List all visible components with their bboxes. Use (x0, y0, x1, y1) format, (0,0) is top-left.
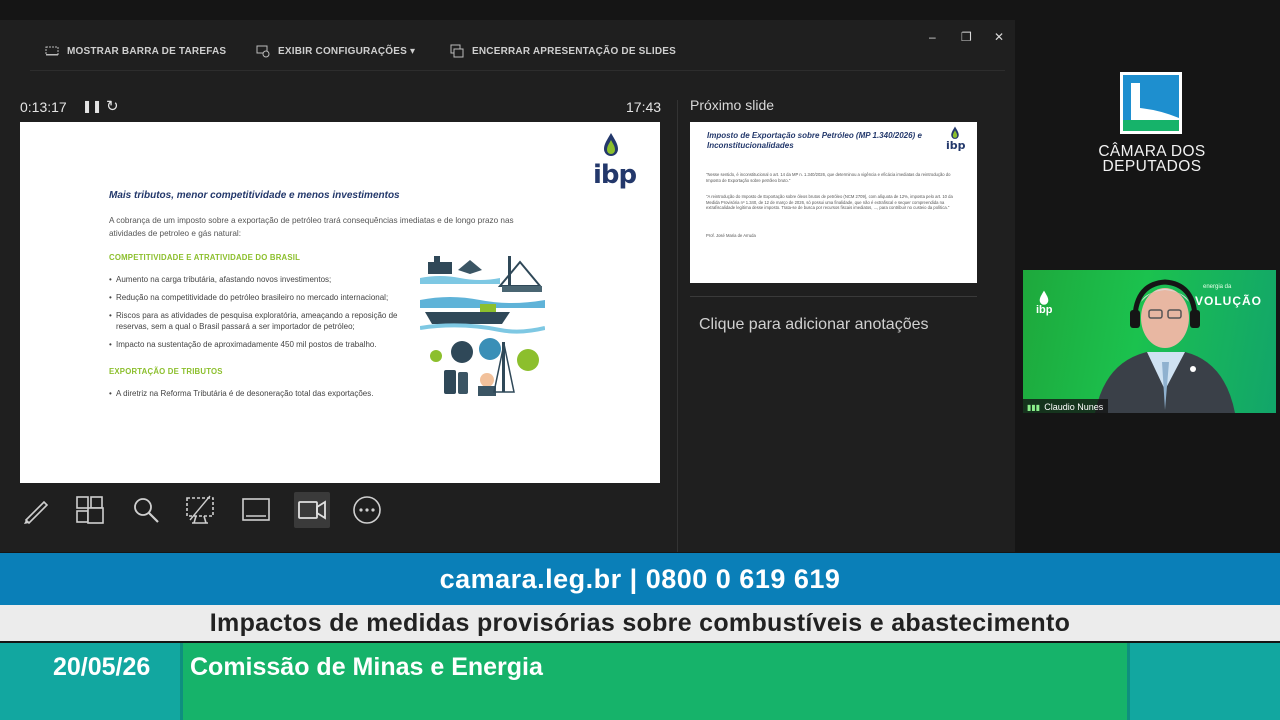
ibp-logo-small: ibp (946, 139, 966, 152)
slides-grid-icon (76, 496, 104, 524)
notes-divider (690, 296, 977, 297)
taskbar-icon (45, 46, 59, 56)
speaker-name: Claudio Nunes (1044, 402, 1104, 412)
signal-bars-icon: ▮▮▮ (1027, 402, 1041, 412)
bullet-list-exportacao: A diretriz na Reforma Tributária é de de… (109, 388, 409, 406)
section-exportacao: EXPORTAÇÃO DE TRIBUTOS (109, 367, 223, 376)
screen-icon (242, 498, 270, 521)
slide-intro: A cobrança de um imposto sobre a exporta… (109, 216, 514, 238)
contact-bar: camara.leg.br | 0800 0 619 619 (0, 553, 1280, 605)
camara-line2: DEPUTADOS (1102, 158, 1202, 175)
broadcast-date: 20/05/26 (53, 653, 151, 681)
ibp-logo: ibp (593, 160, 637, 190)
bullet-list-competitividade: Aumento na carga tributária, afastando n… (109, 274, 409, 357)
pen-icon (24, 500, 49, 525)
video-ibp-logo: ibp (1036, 304, 1053, 316)
topic-text: Impactos de medidas provisórias sobre co… (209, 608, 1071, 637)
contact-text: camara.leg.br | 0800 0 619 619 (439, 563, 841, 594)
video-camera-icon (298, 500, 326, 520)
topic-bar: Impactos de medidas provisórias sobre co… (0, 605, 1280, 641)
see-all-slides-button[interactable] (72, 492, 108, 528)
current-slide[interactable]: ibp Mais tributos, menor competitividade… (20, 122, 660, 483)
oil-industry-illustration (420, 256, 545, 396)
pen-tool-button[interactable] (18, 492, 54, 528)
presenter-toolbar: MOSTRAR BARRA DE TAREFAS EXIBIR CONFIGUR… (0, 20, 1015, 72)
pause-icon[interactable]: ❚❚ (82, 99, 102, 113)
display-settings-button[interactable]: EXIBIR CONFIGURAÇÕES ▾ (256, 44, 415, 58)
list-item: Impacto na sustentação de aproximadament… (109, 339, 409, 350)
elapsed-timer: 0:13:17 (20, 99, 67, 115)
camara-logo (1120, 72, 1182, 134)
section-competitividade: COMPETITIVIDADE E ATRATIVIDADE DO BRASIL (109, 253, 301, 262)
minimize-button[interactable]: – (929, 30, 936, 44)
end-slideshow-button[interactable]: ENCERRAR APRESENTAÇÃO DE SLIDES (450, 44, 676, 58)
subtitles-button[interactable] (182, 492, 218, 528)
show-taskbar-button[interactable]: MOSTRAR BARRA DE TAREFAS (45, 44, 226, 58)
display-settings-label: EXIBIR CONFIGURAÇÕES ▾ (278, 45, 416, 57)
camera-button[interactable] (294, 492, 330, 528)
list-item: Redução na competitividade do petróleo b… (109, 292, 409, 303)
monitor-gear-icon (256, 45, 270, 58)
next-slide-paragraph: "A reintrodução do Imposto de Exportação… (706, 194, 953, 210)
next-slide-label: Próximo slide (690, 97, 775, 113)
current-time: 17:43 (626, 99, 662, 115)
reset-timer-icon[interactable]: ↻ (106, 97, 119, 115)
committee-name: Comissão de Minas e Energia (190, 653, 543, 681)
magnifier-icon (134, 498, 159, 523)
next-slide-title: Imposto de Exportação sobre Petróleo (MP… (707, 131, 922, 150)
speaker-video[interactable]: ibp energia da VOLUÇÃO ▮▮▮ Claudio Nunes (1023, 270, 1276, 413)
speaker-name-tag: ▮▮▮ Claudio Nunes (1023, 399, 1109, 413)
toolbar-divider (30, 70, 1005, 71)
camara-name: CÂMARA DOS DEPUTADOS (1090, 143, 1214, 175)
panel-divider (677, 100, 678, 552)
next-slide-author: Prof. José Maria de Arruda (706, 233, 756, 238)
ibp-drop-icon (951, 126, 959, 139)
committee-bar: 20/05/26 Comissão de Minas e Energia (0, 643, 1280, 720)
screen-pointer-icon (186, 495, 214, 524)
ibp-drop-icon (604, 133, 618, 156)
close-button[interactable]: ✕ (994, 30, 1004, 44)
presenter-view: MOSTRAR BARRA DE TAREFAS EXIBIR CONFIGUR… (0, 20, 1015, 552)
end-slideshow-icon (450, 44, 464, 58)
more-options-button[interactable] (349, 492, 385, 528)
zoom-button[interactable] (128, 492, 164, 528)
restore-button[interactable]: ❐ (961, 30, 972, 44)
next-slide-preview[interactable]: Imposto de Exportação sobre Petróleo (MP… (690, 122, 977, 283)
list-item: Riscos para as atividades de pesquisa ex… (109, 310, 409, 332)
presenter-tools (18, 492, 398, 528)
list-item: Aumento na carga tributária, afastando n… (109, 274, 409, 285)
list-item: A diretriz na Reforma Tributária é de de… (109, 388, 409, 399)
notes-area[interactable]: Clique para adicionar anotações (699, 316, 928, 334)
end-slideshow-label: ENCERRAR APRESENTAÇÃO DE SLIDES (472, 45, 676, 57)
slide-heading: Mais tributos, menor competitividade e m… (109, 190, 400, 201)
screen: MOSTRAR BARRA DE TAREFAS EXIBIR CONFIGUR… (0, 0, 1280, 720)
show-taskbar-label: MOSTRAR BARRA DE TAREFAS (67, 45, 227, 57)
next-slide-paragraph: "Nesse sentido, é inconstitucional o art… (706, 172, 951, 183)
speaker-figure (1095, 279, 1235, 413)
black-screen-button[interactable] (238, 492, 274, 528)
camara-line1: CÂMARA DOS (1098, 143, 1206, 160)
more-options-icon (353, 496, 381, 524)
